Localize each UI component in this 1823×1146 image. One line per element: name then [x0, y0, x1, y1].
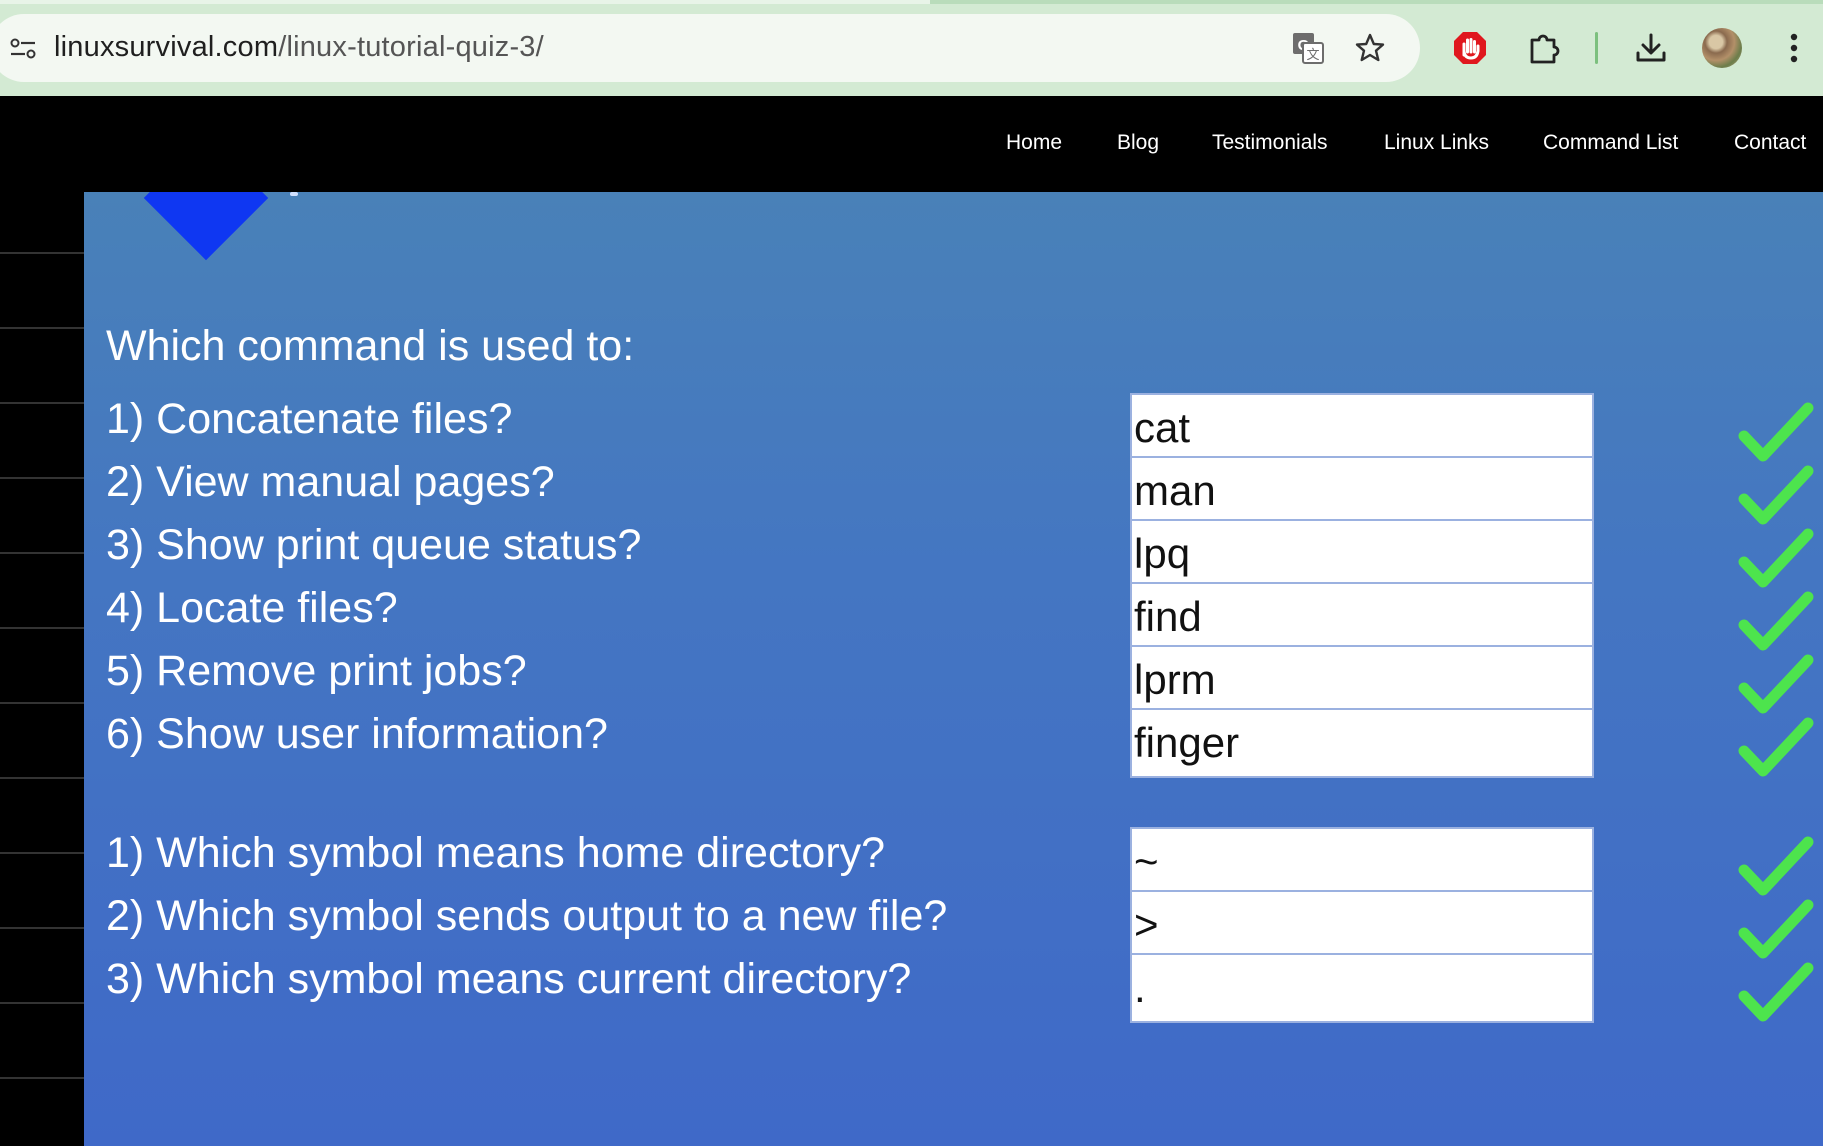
strip-divider	[0, 477, 84, 479]
url-text[interactable]: linuxsurvival.com/linux-tutorial-quiz-3/	[54, 31, 544, 64]
check-icon	[1738, 962, 1814, 1022]
extensions-icon[interactable]	[1524, 28, 1564, 68]
strip-divider	[0, 927, 84, 929]
nav-command-list[interactable]: Command List	[1543, 131, 1678, 155]
question-label: 3) Show print queue status?	[106, 521, 642, 569]
answer-input[interactable]	[1130, 708, 1594, 778]
answer-input[interactable]	[1130, 456, 1594, 526]
check-icon	[1738, 465, 1814, 525]
question-label: 4) Locate files?	[106, 584, 398, 632]
svg-text:文: 文	[1306, 47, 1319, 62]
answer-input[interactable]	[1130, 519, 1594, 589]
strip-divider	[0, 327, 84, 329]
question-label: 1) Which symbol means home directory?	[106, 829, 886, 877]
strip-divider	[0, 627, 84, 629]
strip-divider	[0, 402, 84, 404]
answer-input[interactable]	[1130, 953, 1594, 1023]
quiz-heading: Which command is used to:	[106, 322, 635, 370]
check-icon	[1738, 591, 1814, 651]
more-menu-icon[interactable]	[1774, 28, 1814, 68]
strip-divider	[0, 1002, 84, 1004]
check-icon	[1738, 528, 1814, 588]
question-label: 5) Remove print jobs?	[106, 647, 527, 695]
answer-input[interactable]	[1130, 890, 1594, 960]
translate-icon[interactable]: G 文	[1288, 28, 1328, 68]
nav-contact[interactable]: Contact	[1734, 131, 1806, 155]
left-sidebar-strip	[0, 192, 84, 1146]
strip-divider	[0, 702, 84, 704]
browser-toolbar: linuxsurvival.com/linux-tutorial-quiz-3/…	[0, 0, 1823, 96]
nav-linux-links[interactable]: Linux Links	[1384, 131, 1489, 155]
url-domain: linuxsurvival.com	[54, 31, 279, 63]
answer-input[interactable]	[1130, 582, 1594, 652]
adblock-icon[interactable]	[1450, 28, 1490, 68]
toolbar-separator	[1595, 32, 1598, 64]
download-icon[interactable]	[1631, 28, 1671, 68]
decorative-diamond	[84, 192, 484, 264]
check-icon	[1738, 899, 1814, 959]
bookmark-star-icon[interactable]	[1350, 28, 1390, 68]
quiz-panel: Which command is used to: 1) Concatenate…	[84, 192, 1823, 1146]
tab-strip-edge	[0, 0, 1823, 4]
question-label: 2) Which symbol sends output to a new fi…	[106, 892, 948, 940]
question-label: 2) View manual pages?	[106, 458, 555, 506]
strip-divider	[0, 1077, 84, 1079]
strip-divider	[0, 777, 84, 779]
diamond-shape	[143, 192, 269, 261]
nav-home[interactable]: Home	[1006, 131, 1062, 155]
nav-testimonials[interactable]: Testimonials	[1212, 131, 1328, 155]
check-icon	[1738, 717, 1814, 777]
url-path: /linux-tutorial-quiz-3/	[278, 31, 544, 63]
check-icon	[1738, 836, 1814, 896]
question-label: 1) Concatenate files?	[106, 395, 513, 443]
site-info-icon[interactable]	[10, 36, 36, 62]
question-label: 6) Show user information?	[106, 710, 608, 758]
nav-blog[interactable]: Blog	[1117, 131, 1159, 155]
answer-input[interactable]	[1130, 645, 1594, 715]
question-label: 3) Which symbol means current directory?	[106, 955, 912, 1003]
strip-divider	[0, 852, 84, 854]
profile-avatar[interactable]	[1702, 28, 1742, 68]
diamond-highlight	[290, 192, 298, 196]
check-icon	[1738, 402, 1814, 462]
answer-input[interactable]	[1130, 827, 1594, 897]
strip-divider	[0, 252, 84, 254]
answer-input[interactable]	[1130, 393, 1594, 463]
check-icon	[1738, 654, 1814, 714]
strip-divider	[0, 552, 84, 554]
